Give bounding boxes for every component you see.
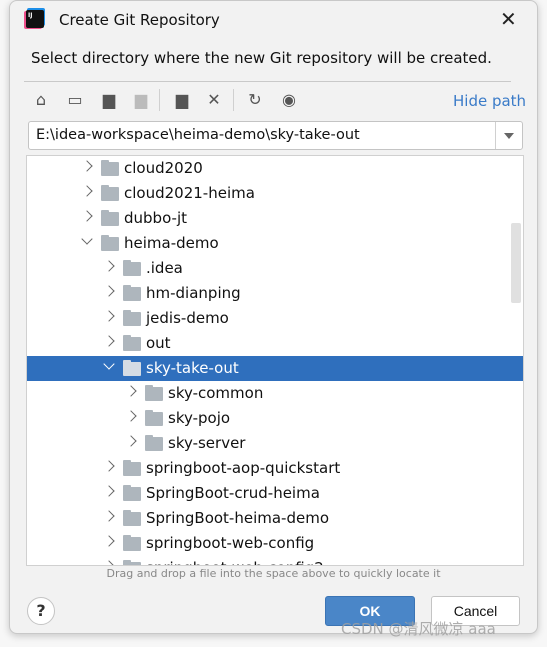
chevron-down-icon[interactable] — [103, 358, 115, 370]
tree-item[interactable]: springboot-web-config2 — [27, 556, 523, 565]
tree-item[interactable]: springboot-web-config — [27, 531, 523, 556]
tree-item-label: springboot-web-config — [146, 534, 315, 552]
path-input[interactable]: E:\idea-workspace\heima-demo\sky-take-ou… — [28, 121, 523, 150]
folder-icon — [123, 560, 141, 565]
chevron-right-icon[interactable] — [103, 535, 115, 547]
project-folder-icon[interactable]: ▆ — [98, 90, 120, 109]
folder-icon — [123, 310, 141, 326]
tree-item[interactable]: sky-pojo — [27, 406, 523, 431]
intellij-logo-icon: IJ — [26, 10, 44, 28]
refresh-icon[interactable]: ↻ — [244, 90, 266, 109]
divider — [24, 81, 511, 82]
chevron-right-icon[interactable] — [81, 185, 93, 197]
close-icon[interactable]: ✕ — [500, 7, 517, 31]
folder-icon — [145, 435, 163, 451]
chevron-right-icon[interactable] — [103, 560, 115, 565]
dialog-description: Select directory where the new Git repos… — [31, 49, 492, 67]
folder-icon — [123, 460, 141, 476]
show-hidden-icon[interactable]: ◉ — [278, 90, 300, 109]
chevron-right-icon[interactable] — [103, 335, 115, 347]
tree-item[interactable]: sky-take-out — [27, 356, 523, 381]
tree-item-label: hm-dianping — [146, 284, 241, 302]
chevron-right-icon[interactable] — [103, 260, 115, 272]
tree-scrollbar[interactable] — [511, 223, 521, 303]
tree-item-label: springboot-web-config2 — [146, 559, 324, 565]
dialog-title: Create Git Repository — [59, 11, 220, 29]
directory-tree[interactable]: springboot-web-config2 springboot-web-con… — [26, 155, 524, 566]
tree-item[interactable]: dubbo-jt — [27, 206, 523, 231]
folder-icon — [101, 160, 119, 176]
desktop-icon[interactable]: ▭ — [64, 90, 86, 109]
drag-drop-hint: Drag and drop a file into the space abov… — [106, 567, 441, 580]
tree-item-label: cloud2021-heima — [124, 184, 255, 202]
help-button[interactable]: ? — [27, 597, 55, 625]
chevron-down-icon[interactable] — [81, 233, 93, 245]
folder-icon — [123, 360, 141, 376]
tree-item-label: SpringBoot-crud-heima — [146, 484, 320, 502]
folder-icon — [123, 485, 141, 501]
tree-item-label: sky-common — [168, 384, 264, 402]
tree-item-label: cloud2020 — [124, 159, 203, 177]
path-value: E:\idea-workspace\heima-demo\sky-take-ou… — [36, 127, 360, 143]
tree-item-label: SpringBoot-heima-demo — [146, 509, 330, 527]
tree-item[interactable]: heima-demo — [27, 231, 523, 256]
chevron-right-icon[interactable] — [103, 485, 115, 497]
tree-item[interactable]: SpringBoot-heima-demo — [27, 506, 523, 531]
new-folder-icon[interactable]: ▆ — [171, 90, 193, 109]
tree-item-label: dubbo-jt — [124, 209, 187, 227]
chevron-right-icon[interactable] — [125, 385, 137, 397]
tree-item[interactable]: jedis-demo — [27, 306, 523, 331]
create-git-repository-dialog: IJ Create Git Repository ✕ Select direct… — [9, 0, 538, 634]
delete-icon[interactable]: ✕ — [203, 90, 225, 109]
tree-item-label: .idea — [146, 259, 183, 277]
tree-item[interactable]: out — [27, 331, 523, 356]
folder-icon — [123, 510, 141, 526]
tree-item-label: heima-demo — [124, 234, 219, 252]
tree-item[interactable]: SpringBoot-crud-heima — [27, 481, 523, 506]
chevron-right-icon[interactable] — [103, 310, 115, 322]
folder-icon — [145, 410, 163, 426]
toolbar-separator — [159, 89, 160, 111]
tree-item-label: jedis-demo — [146, 309, 229, 327]
tree-item[interactable]: .idea — [27, 256, 523, 281]
tree-item-label: sky-server — [168, 434, 246, 452]
tree-item[interactable]: cloud2020 — [27, 156, 523, 181]
folder-icon — [145, 385, 163, 401]
tree-item-label: sky-take-out — [146, 359, 239, 377]
tree-item[interactable]: sky-server — [27, 431, 523, 456]
tree-item[interactable]: cloud2021-heima — [27, 181, 523, 206]
module-folder-icon[interactable]: ▆ — [130, 90, 152, 109]
chevron-right-icon[interactable] — [81, 160, 93, 172]
chevron-right-icon[interactable] — [125, 435, 137, 447]
folder-icon — [123, 285, 141, 301]
chevron-right-icon[interactable] — [103, 285, 115, 297]
home-icon[interactable]: ⌂ — [30, 90, 52, 109]
chevron-right-icon[interactable] — [125, 410, 137, 422]
tree-item-label: out — [146, 334, 171, 352]
tree-item[interactable]: sky-common — [27, 381, 523, 406]
tree-item[interactable]: hm-dianping — [27, 281, 523, 306]
chevron-right-icon[interactable] — [103, 510, 115, 522]
folder-icon — [123, 260, 141, 276]
chevron-right-icon[interactable] — [81, 210, 93, 222]
folder-icon — [123, 535, 141, 551]
folder-icon — [101, 235, 119, 251]
tree-item-label: sky-pojo — [168, 409, 231, 427]
hide-path-link[interactable]: Hide path — [453, 92, 526, 110]
folder-icon — [123, 335, 141, 351]
folder-icon — [101, 210, 119, 226]
tree-item-label: springboot-aop-quickstart — [146, 459, 341, 477]
watermark: CSDN @清风微凉 aaa — [341, 620, 496, 638]
folder-icon — [101, 185, 119, 201]
path-history-dropdown[interactable] — [495, 122, 522, 149]
toolbar-separator — [233, 89, 234, 111]
tree-item[interactable]: springboot-aop-quickstart — [27, 456, 523, 481]
chevron-right-icon[interactable] — [103, 460, 115, 472]
